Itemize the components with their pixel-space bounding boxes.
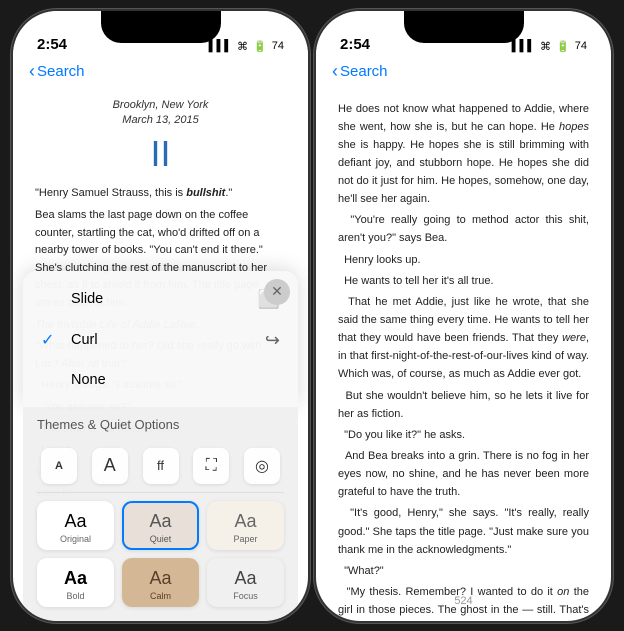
theme-cards-row-2: Aa Bold Aa Calm Aa Focus bbox=[37, 558, 284, 607]
theme-calm-name: Calm bbox=[150, 591, 171, 601]
status-icons-left: ▌▌▌ ⌘ 🔋 74 bbox=[209, 40, 284, 53]
none-option[interactable]: None bbox=[23, 361, 298, 399]
curl-check: ✓ bbox=[41, 330, 61, 350]
status-icons-right: ▌▌▌ ⌘ 🔋 74 bbox=[512, 40, 587, 53]
theme-original-aa: Aa bbox=[64, 511, 86, 532]
themes-header-text: Themes & bbox=[37, 417, 100, 432]
read-p5: That he met Addie, just like he wrote, t… bbox=[338, 293, 589, 384]
bookmark-icon: ⛶ bbox=[206, 457, 217, 475]
nav-bar-right: ‹ Search bbox=[316, 59, 611, 88]
notch bbox=[101, 11, 221, 43]
curl-option[interactable]: ✓ Curl ↪ bbox=[23, 320, 298, 361]
theme-paper-name: Paper bbox=[233, 534, 257, 544]
font-type-button[interactable]: ff bbox=[143, 448, 179, 484]
battery-icon-left: 🔋 bbox=[253, 40, 267, 53]
read-p7: "Do you like it?" he asks. bbox=[338, 426, 589, 444]
back-button-right[interactable]: ‹ Search bbox=[332, 63, 388, 80]
back-button-left[interactable]: ‹ Search bbox=[29, 63, 85, 80]
chevron-icon-right: ‹ bbox=[332, 62, 338, 80]
signal-icon-left: ▌▌▌ bbox=[209, 40, 232, 52]
theme-bold-aa: Aa bbox=[64, 568, 87, 589]
font-large-label: A bbox=[104, 455, 116, 476]
read-p8: And Bea breaks into a grin. There is no … bbox=[338, 447, 589, 501]
theme-original-name: Original bbox=[60, 534, 91, 544]
theme-paper-aa: Aa bbox=[234, 511, 256, 532]
chapter-number: II bbox=[35, 132, 286, 175]
read-p3: Henry looks up. bbox=[338, 251, 589, 269]
nav-bar-left: ‹ Search bbox=[13, 59, 308, 88]
notch-right bbox=[404, 11, 524, 43]
read-p4: He wants to tell her it's all true. bbox=[338, 272, 589, 290]
none-label: None bbox=[71, 372, 106, 388]
read-p1: He does not know what happened to Addie,… bbox=[338, 100, 589, 209]
theme-original[interactable]: Aa Original bbox=[37, 501, 114, 550]
theme-bold-name: Bold bbox=[66, 591, 84, 601]
bookmark-button[interactable]: ⛶ bbox=[193, 448, 229, 484]
reading-content: He does not know what happened to Addie,… bbox=[316, 88, 611, 621]
signal-icon-right: ▌▌▌ bbox=[512, 40, 535, 52]
font-small-label: A bbox=[55, 460, 63, 472]
slide-label: Slide bbox=[71, 291, 103, 307]
right-phone: 2:54 ▌▌▌ ⌘ 🔋 74 ‹ Search He does not kno… bbox=[316, 11, 611, 621]
battery-pct-left: 74 bbox=[272, 40, 284, 52]
slide-option[interactable]: Slide ⬜ bbox=[23, 279, 298, 320]
theme-cards-row-1: Aa Original Aa Quiet Aa Paper bbox=[37, 501, 284, 550]
read-p10: "What?" bbox=[338, 562, 589, 580]
theme-quiet[interactable]: Aa Quiet bbox=[122, 501, 199, 550]
controls-row: A A ff ⛶ ◎ bbox=[37, 440, 284, 493]
font-large-button[interactable]: A bbox=[92, 448, 128, 484]
left-phone: 2:54 ▌▌▌ ⌘ 🔋 74 ‹ Search Brooklyn, New Y… bbox=[13, 11, 308, 621]
theme-bold[interactable]: Aa Bold bbox=[37, 558, 114, 607]
slide-check bbox=[41, 290, 61, 308]
font-small-button[interactable]: A bbox=[41, 448, 77, 484]
time-left: 2:54 bbox=[37, 36, 67, 53]
slide-options: Slide ⬜ ✓ Curl ↪ None bbox=[23, 271, 298, 407]
themes-sub: Quiet Options bbox=[100, 417, 180, 432]
theme-focus-aa: Aa bbox=[234, 568, 256, 589]
font-type-icon: ff bbox=[157, 458, 164, 473]
back-label-right: Search bbox=[340, 63, 388, 80]
themes-header: Themes & Quiet Options bbox=[37, 417, 284, 432]
wifi-icon-left: ⌘ bbox=[237, 40, 248, 53]
theme-calm[interactable]: Aa Calm bbox=[122, 558, 199, 607]
none-check bbox=[41, 371, 61, 389]
theme-quiet-name: Quiet bbox=[150, 534, 172, 544]
overlay-panel: ✕ Slide ⬜ ✓ Curl ↪ bbox=[13, 271, 308, 621]
theme-focus-name: Focus bbox=[233, 591, 258, 601]
curl-label: Curl bbox=[71, 332, 98, 348]
battery-icon-right: 🔋 bbox=[556, 40, 570, 53]
eye-button[interactable]: ◎ bbox=[244, 448, 280, 484]
book-para-1: "Henry Samuel Strauss, this is bullshit.… bbox=[35, 185, 286, 203]
battery-pct-right: 74 bbox=[575, 40, 587, 52]
wifi-icon-right: ⌘ bbox=[540, 40, 551, 53]
page-number: 524 bbox=[316, 595, 611, 607]
read-p6: But she wouldn't believe him, so he lets… bbox=[338, 387, 589, 423]
time-right: 2:54 bbox=[340, 36, 370, 53]
read-p9: "It's good, Henry," she says. "It's real… bbox=[338, 504, 589, 558]
eye-icon: ◎ bbox=[255, 456, 269, 476]
curl-icon: ↪ bbox=[265, 330, 280, 351]
themes-section: Themes & Quiet Options A A ff ⛶ bbox=[23, 407, 298, 621]
back-label-left: Search bbox=[37, 63, 85, 80]
book-location: Brooklyn, New YorkMarch 13, 2015 bbox=[35, 98, 286, 129]
theme-focus[interactable]: Aa Focus bbox=[207, 558, 284, 607]
theme-calm-aa: Aa bbox=[149, 568, 171, 589]
chevron-icon-left: ‹ bbox=[29, 62, 35, 80]
book-header: Brooklyn, New YorkMarch 13, 2015 II bbox=[35, 98, 286, 176]
theme-paper[interactable]: Aa Paper bbox=[207, 501, 284, 550]
close-button[interactable]: ✕ bbox=[264, 279, 290, 305]
phones-container: 2:54 ▌▌▌ ⌘ 🔋 74 ‹ Search Brooklyn, New Y… bbox=[13, 11, 611, 621]
read-p2: "You're really going to method actor thi… bbox=[338, 211, 589, 247]
theme-quiet-aa: Aa bbox=[149, 511, 171, 532]
